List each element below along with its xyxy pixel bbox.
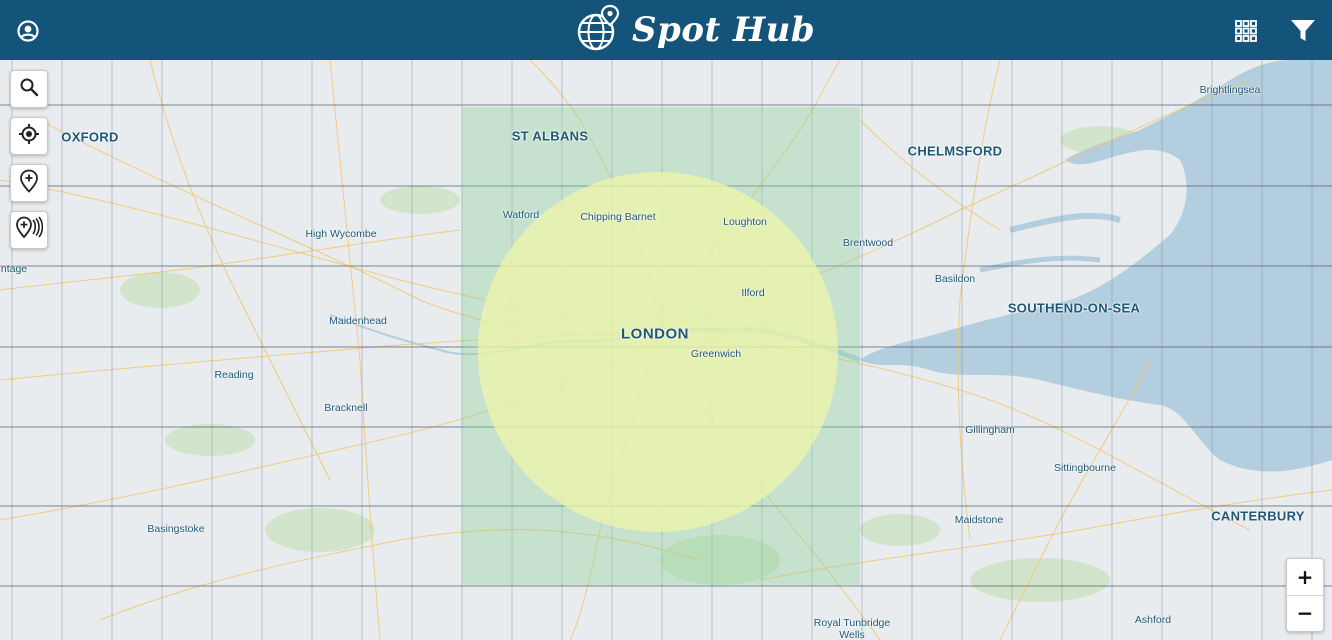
locate-button[interactable] bbox=[10, 117, 48, 155]
app-title: Spot Hub bbox=[632, 10, 816, 50]
globe-pin-icon bbox=[576, 4, 620, 57]
search-icon bbox=[19, 77, 39, 102]
add-area-icon bbox=[15, 215, 44, 245]
brand: Spot Hub bbox=[576, 4, 816, 57]
filter-icon[interactable] bbox=[1290, 18, 1316, 44]
zoom-out-button[interactable]: − bbox=[1287, 596, 1323, 631]
map-view[interactable]: OXFORD ST ALBANS CHELMSFORD Brightlingse… bbox=[0, 60, 1332, 640]
app-header: Spot Hub bbox=[0, 0, 1332, 60]
zoom-in-button[interactable]: + bbox=[1287, 559, 1323, 595]
search-radius-circle bbox=[478, 172, 838, 532]
add-area-button[interactable] bbox=[10, 211, 48, 249]
add-pin-button[interactable] bbox=[10, 164, 48, 202]
locate-icon bbox=[18, 123, 40, 150]
zoom-control: + − bbox=[1286, 558, 1324, 632]
search-button[interactable] bbox=[10, 70, 48, 108]
map-base bbox=[0, 60, 1332, 640]
grid-icon[interactable] bbox=[1234, 19, 1258, 43]
add-pin-icon bbox=[19, 169, 39, 198]
profile-icon[interactable] bbox=[16, 19, 40, 43]
